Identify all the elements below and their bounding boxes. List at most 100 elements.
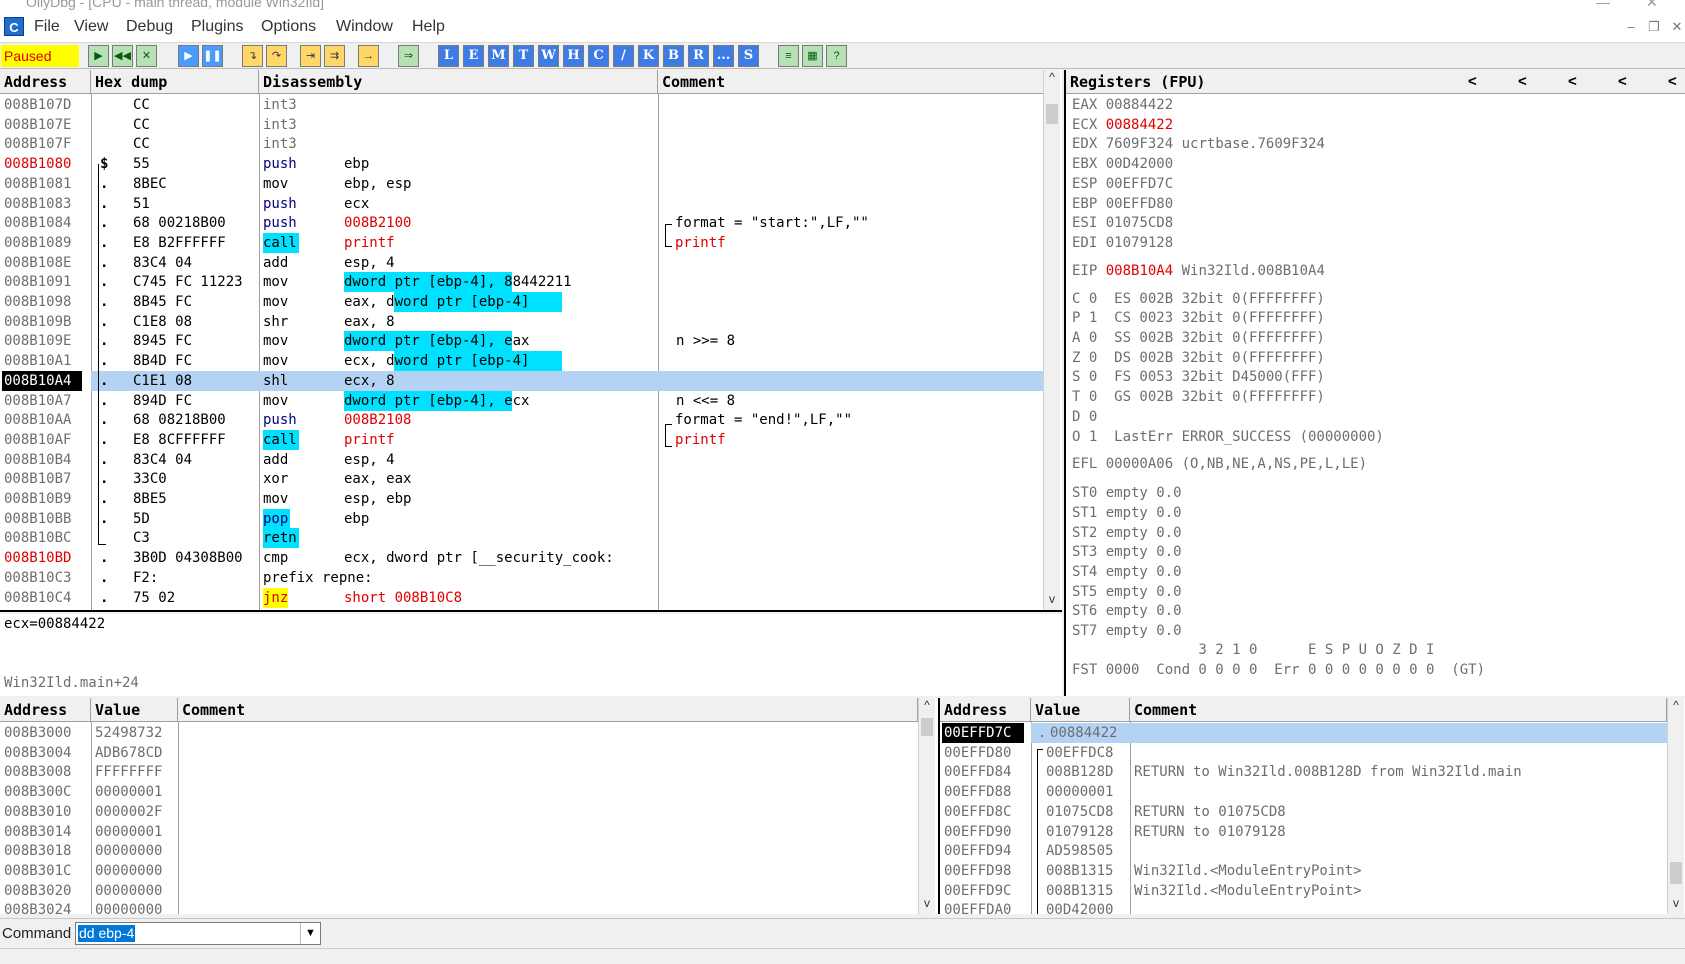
flag-segment-line[interactable]: A 0 SS 002B 32bit 0(FFFFFFFF) bbox=[1072, 328, 1325, 348]
dump-col-comment[interactable]: Comment bbox=[178, 698, 918, 722]
disasm-row[interactable]: 008B1091. C745 FC 11223 mov dword ptr [ebp-… bbox=[0, 272, 1043, 293]
stack-row[interactable]: 00EFFD9C 008B1315 Win32Ild.<ModuleEntryPoi… bbox=[940, 881, 1667, 901]
fpu-register[interactable]: ST4 empty 0.0 bbox=[1072, 562, 1182, 582]
flag-segment-line[interactable]: T 0 GS 002B 32bit 0(FFFFFFFF) bbox=[1072, 387, 1325, 407]
dump-row[interactable]: 008B3020 00000000 bbox=[0, 881, 918, 901]
menu-file[interactable]: File bbox=[34, 18, 60, 36]
windows-icon[interactable]: W bbox=[538, 45, 559, 67]
references-icon[interactable]: R bbox=[688, 45, 709, 67]
stack-col-comment[interactable]: Comment bbox=[1130, 698, 1667, 722]
help-icon[interactable]: ? bbox=[826, 45, 847, 67]
disasm-row[interactable]: 008B1098. 8B45 FC mov eax, dword ptr [ebp-4… bbox=[0, 292, 1043, 312]
fpu-register[interactable]: ST1 empty 0.0 bbox=[1072, 503, 1182, 523]
child-minimize-icon[interactable]: – bbox=[1622, 20, 1640, 34]
register-edx[interactable]: EDX 7609F324 ucrtbase.7609F324 bbox=[1072, 134, 1325, 154]
col-header-hexdump[interactable]: Hex dump bbox=[91, 70, 259, 94]
dump-scrollbar[interactable]: ^ v bbox=[918, 698, 935, 914]
execute-till-return-icon[interactable]: → bbox=[358, 45, 379, 67]
menu-options[interactable]: Options bbox=[261, 18, 316, 36]
dropdown-arrow-icon[interactable]: ▼ bbox=[300, 923, 320, 944]
register-efl[interactable]: EFL 00000A06 (O,NB,NE,A,NS,PE,L,LE) bbox=[1072, 454, 1367, 474]
menu-plugins[interactable]: Plugins bbox=[191, 18, 243, 36]
disassembly-pane[interactable]: Address Hex dump Disassembly Comment 008… bbox=[0, 70, 1062, 612]
disasm-row[interactable]: 008B10A1. 8B4D FC mov ecx, dword ptr [ebp-4… bbox=[0, 351, 1043, 372]
grid-icon[interactable]: ▦ bbox=[802, 45, 823, 67]
dump-row[interactable]: 008B3018 00000000 bbox=[0, 841, 918, 861]
disasm-row[interactable]: 008B10BB. 5D pop ebp bbox=[0, 508, 1043, 529]
register-eax[interactable]: EAX 00884422 bbox=[1072, 95, 1173, 115]
menu-window[interactable]: Window bbox=[336, 18, 393, 36]
disasm-row[interactable]: 008B1083. 51 push ecx bbox=[0, 194, 1043, 214]
fpu-status-word[interactable]: FST 0000 Cond 0 0 0 0 Err 0 0 0 0 0 0 0 … bbox=[1072, 660, 1485, 680]
command-input[interactable]: dd ebp-4 bbox=[78, 925, 136, 942]
col-header-comment[interactable]: Comment bbox=[658, 70, 1044, 94]
disasm-row[interactable]: 008B10AF. E8 8CFFFFFF call printf printf bbox=[0, 429, 1043, 450]
child-restore-icon[interactable]: ❐ bbox=[1645, 20, 1663, 34]
fpu-register[interactable]: ST3 empty 0.0 bbox=[1072, 542, 1182, 562]
close-program-icon[interactable]: ✕ bbox=[136, 45, 157, 67]
register-esp[interactable]: ESP 00EFFD7C bbox=[1072, 174, 1173, 194]
registers-pane[interactable]: Registers (FPU) < < < < < EAX 00884422 EC… bbox=[1064, 70, 1685, 696]
disasm-row[interactable]: 008B109E. 8945 FC mov dword ptr [ebp-4], ea… bbox=[0, 331, 1043, 352]
chevron-left-icon[interactable]: < bbox=[1518, 73, 1527, 90]
disasm-row[interactable]: 008B10B9. 8BE5 mov esp, ebp bbox=[0, 489, 1043, 509]
run-trace-icon[interactable]: ... bbox=[713, 45, 734, 67]
menu-debug[interactable]: Debug bbox=[126, 18, 173, 36]
scroll-up-icon[interactable]: ^ bbox=[1044, 70, 1060, 87]
scroll-thumb[interactable] bbox=[921, 718, 933, 736]
disasm-row[interactable]: 008B10C4. 75 02 jnz short 008B10C8 bbox=[0, 587, 1043, 608]
executable-modules-icon[interactable]: E bbox=[463, 45, 484, 67]
chevron-left-icon[interactable]: < bbox=[1668, 73, 1677, 90]
dump-row[interactable]: 008B3010 0000002F bbox=[0, 802, 918, 822]
flag-segment-line[interactable]: P 1 CS 0023 32bit 0(FFFFFFFF) bbox=[1072, 308, 1325, 328]
stack-row[interactable]: 00EFFDA0 00D42000 bbox=[940, 900, 1667, 914]
cpu-icon[interactable]: C bbox=[588, 45, 609, 67]
dump-row[interactable]: 008B3024 00000000 bbox=[0, 900, 918, 914]
menu-view[interactable]: View bbox=[74, 18, 108, 36]
disasm-row[interactable]: 008B10A4. C1E1 08 shl ecx, 8 bbox=[0, 370, 1043, 391]
fpu-register[interactable]: ST6 empty 0.0 bbox=[1072, 601, 1182, 621]
disasm-row[interactable]: 008B10C3. F2: prefix repne: bbox=[0, 568, 1043, 588]
flag-segment-line[interactable]: D 0 bbox=[1072, 407, 1097, 427]
stack-row[interactable]: 00EFFD8C 01075CD8 RETURN to 01075CD8 bbox=[940, 802, 1667, 822]
stack-row[interactable]: 00EFFD88 00000001 bbox=[940, 782, 1667, 802]
memory-map-icon[interactable]: M bbox=[488, 45, 509, 67]
register-ebx[interactable]: EBX 00D42000 bbox=[1072, 154, 1173, 174]
col-header-address[interactable]: Address bbox=[0, 70, 91, 94]
dump-row[interactable]: 008B3008 FFFFFFFF bbox=[0, 762, 918, 782]
register-edi[interactable]: EDI 01079128 bbox=[1072, 233, 1173, 253]
disasm-row[interactable]: 008B10A7. 894D FC mov dword ptr [ebp-4], ec… bbox=[0, 390, 1043, 411]
menu-help[interactable]: Help bbox=[412, 18, 445, 36]
run-icon[interactable]: ▶ bbox=[178, 45, 199, 67]
step-into-icon[interactable]: ↴ bbox=[242, 45, 263, 67]
disasm-row[interactable]: 008B1081. 8BEC mov ebp, esp bbox=[0, 174, 1043, 194]
chevron-left-icon[interactable]: < bbox=[1468, 73, 1477, 90]
log-window-icon[interactable]: L bbox=[438, 45, 459, 67]
flag-segment-line[interactable]: Z 0 DS 002B 32bit 0(FFFFFFFF) bbox=[1072, 348, 1325, 368]
trace-into-icon[interactable]: ⇥ bbox=[300, 45, 321, 67]
flag-segment-line[interactable]: O 1 LastErr ERROR_SUCCESS (00000000) bbox=[1072, 427, 1384, 447]
stack-row[interactable]: 00EFFD84 008B128D RETURN to Win32Ild.008B1… bbox=[940, 762, 1667, 782]
command-combobox[interactable]: dd ebp-4 ▼ bbox=[75, 922, 321, 945]
chevron-left-icon[interactable]: < bbox=[1618, 73, 1627, 90]
register-esi[interactable]: ESI 01075CD8 bbox=[1072, 213, 1173, 233]
fpu-register[interactable]: ST2 empty 0.0 bbox=[1072, 523, 1182, 543]
fpu-register[interactable]: ST5 empty 0.0 bbox=[1072, 582, 1182, 602]
disasm-row[interactable]: 008B10BC C3 retn bbox=[0, 528, 1043, 549]
disasm-row[interactable]: 008B10BD. 3B0D 04308B00 cmp ecx, dword ptr … bbox=[0, 548, 1043, 568]
stack-pane[interactable]: Address Value Comment 00EFFD7C. 00884422 0… bbox=[938, 698, 1685, 914]
register-ebp[interactable]: EBP 00EFFD80 bbox=[1072, 194, 1173, 214]
disasm-row[interactable]: 008B10B7. 33C0 xor eax, eax bbox=[0, 469, 1043, 489]
stack-row[interactable]: 00EFFD7C. 00884422 bbox=[940, 723, 1667, 743]
restart-icon[interactable]: ◀◀ bbox=[112, 45, 133, 67]
disasm-row[interactable]: 008B1084. 68 00218B00 push 008B2100 format =… bbox=[0, 213, 1043, 233]
stack-row[interactable]: 00EFFD94 AD598505 bbox=[940, 841, 1667, 861]
flag-segment-line[interactable]: C 0 ES 002B 32bit 0(FFFFFFFF) bbox=[1072, 289, 1325, 309]
disasm-row[interactable]: 008B1080 $55 push ebp bbox=[0, 154, 1043, 174]
dump-col-address[interactable]: Address bbox=[0, 698, 91, 722]
stack-row[interactable]: 00EFFD80 00EFFDC8 bbox=[940, 743, 1667, 763]
goto-icon[interactable]: ⇒ bbox=[398, 45, 419, 67]
register-ecx[interactable]: ECX 00884422 bbox=[1072, 115, 1173, 135]
close-icon[interactable]: ✕ bbox=[1646, 0, 1658, 11]
scroll-down-icon[interactable]: v bbox=[1668, 896, 1684, 913]
